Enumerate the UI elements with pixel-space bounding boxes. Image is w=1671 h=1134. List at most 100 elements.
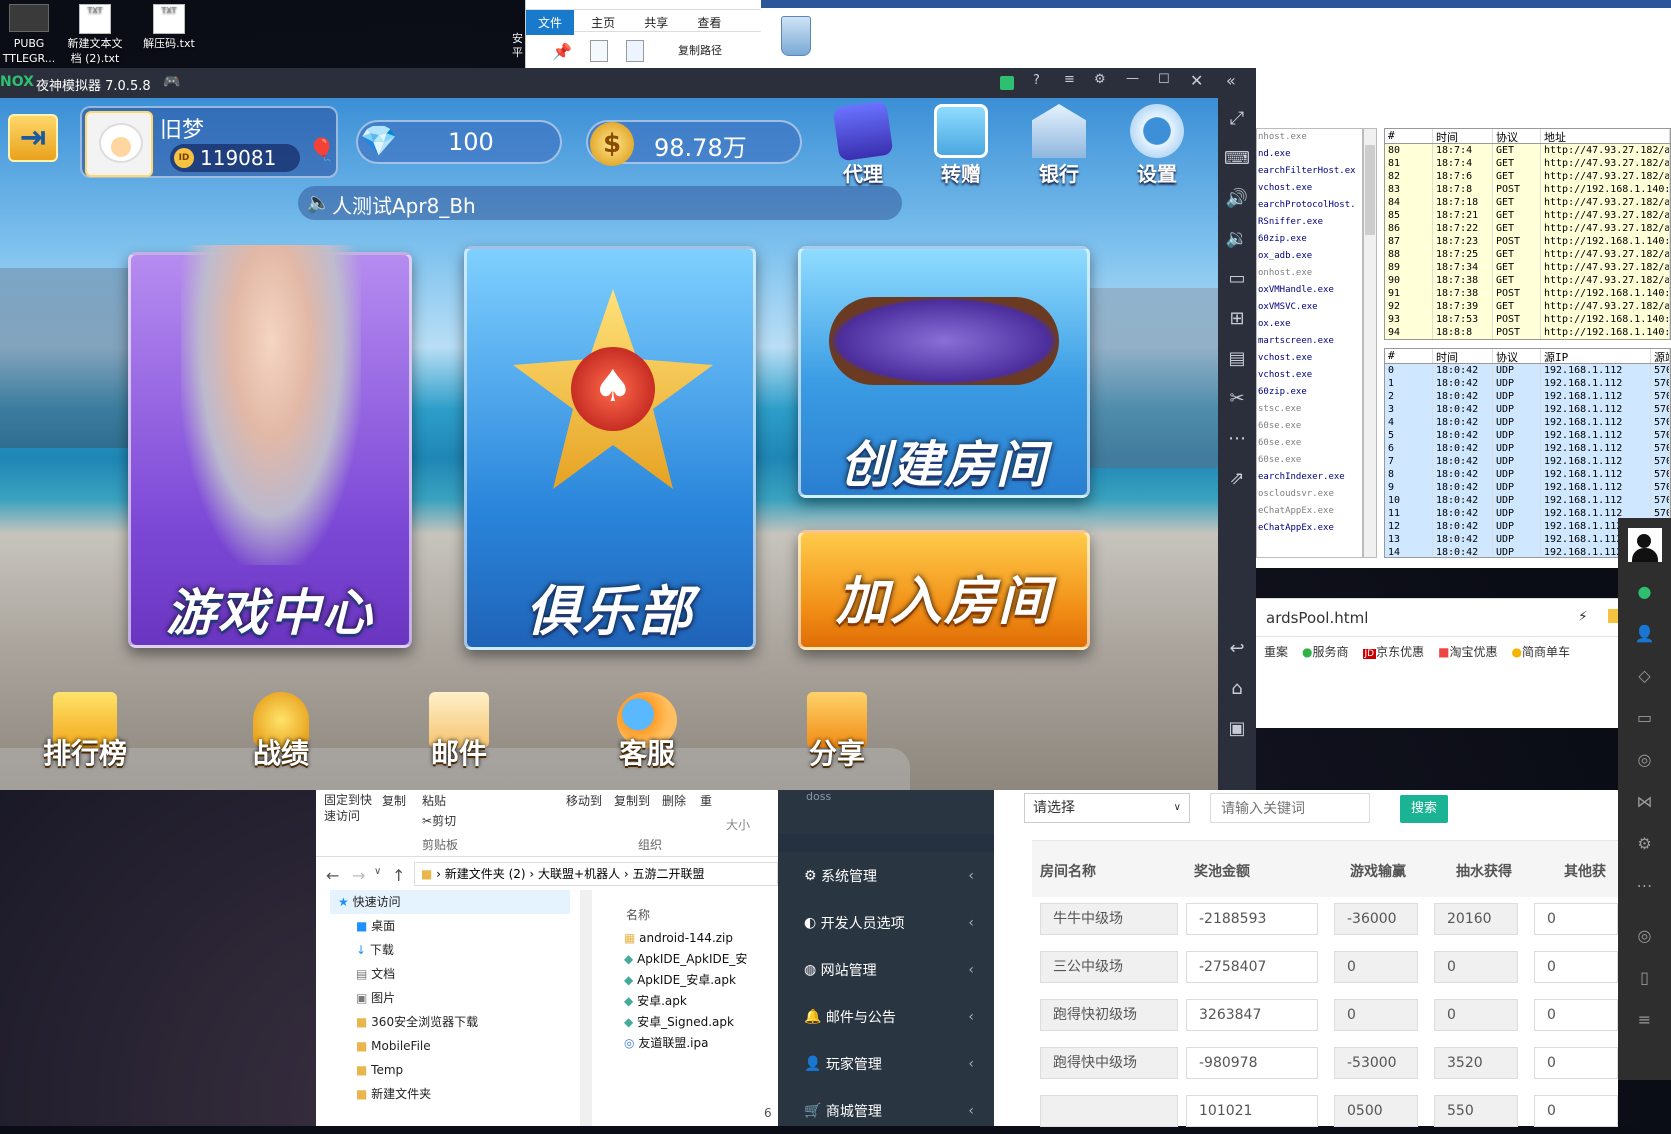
room-value-field[interactable]: 0 (1334, 999, 1418, 1031)
process-item[interactable]: ox_adb.exe (1257, 248, 1362, 265)
phone-icon[interactable]: ▯ (1618, 956, 1671, 998)
agent-button[interactable]: 代理 (828, 100, 898, 187)
bookmark-item[interactable]: ■淘宝优惠 (1438, 643, 1497, 660)
customer-service-button[interactable]: 客服 (592, 692, 702, 772)
column-header[interactable]: # (1385, 129, 1433, 143)
process-item[interactable]: 60zip.exe (1257, 384, 1362, 401)
process-item[interactable]: 60se.exe (1257, 418, 1362, 435)
copy-to-button[interactable]: 复制到 (614, 792, 650, 809)
room-value-field[interactable]: 3520 (1434, 1047, 1518, 1079)
table-row[interactable]: 218:0:42UDP192.168.1.112570 (1385, 390, 1670, 403)
column-header[interactable]: 时间 (1433, 129, 1493, 143)
fullscreen-icon[interactable]: ⤢ (1218, 98, 1256, 138)
room-value-field[interactable]: 0 (1534, 999, 1618, 1031)
process-item[interactable]: nd.exe (1257, 146, 1362, 163)
process-item[interactable]: 60se.exe (1257, 435, 1362, 452)
nav-item-folder[interactable]: ■ MobileFile (330, 1034, 570, 1058)
table-row[interactable]: 1018:0:42UDP192.168.1.112570 (1385, 494, 1670, 507)
room-value-field[interactable]: 3263847 (1186, 999, 1318, 1031)
nav-item-desktop[interactable]: ■ 桌面 (330, 914, 570, 938)
process-item[interactable]: 60se.exe (1257, 452, 1362, 469)
room-value-field[interactable]: 0500 (1334, 1095, 1418, 1127)
file-item[interactable]: ▦ android-144.zip (624, 928, 770, 949)
forward-arrow-icon[interactable]: → (352, 866, 365, 885)
bank-button[interactable]: 银行 (1024, 104, 1094, 187)
process-item[interactable]: ox.exe (1257, 316, 1362, 333)
volume-up-icon[interactable]: 🔊 (1218, 178, 1256, 218)
room-select[interactable]: 请选择 ∨ (1024, 793, 1190, 823)
bookmark-item[interactable]: JD 京东优惠 (1362, 643, 1424, 660)
table-row[interactable]: 84 18:7:18 GET http://47.93.27.182/a (1385, 196, 1670, 209)
process-item[interactable]: oxVMSVC.exe (1257, 299, 1362, 316)
process-item[interactable]: earchFilterHost.ex (1257, 163, 1362, 180)
column-header[interactable]: 其他获 (1564, 861, 1606, 881)
room-name-field[interactable]: 牛牛中级场 (1040, 903, 1178, 935)
table-row[interactable]: 918:0:42UDP192.168.1.112570 (1385, 481, 1670, 494)
menu-developer[interactable]: ◐ 开发人员选项 ‹ (778, 899, 994, 946)
column-header[interactable]: 房间名称 (1040, 861, 1096, 881)
scissors-icon[interactable]: ✂ (1218, 378, 1256, 418)
chevron-down-icon[interactable]: ∨ (374, 866, 381, 877)
process-item[interactable]: earchProtocolHost. (1257, 197, 1362, 214)
table-row[interactable]: 618:0:42UDP192.168.1.112570 (1385, 442, 1670, 455)
desktop-icon-txt-file[interactable]: TXT 新建文本文 档 (2).txt (56, 4, 134, 66)
room-value-field[interactable]: 550 (1434, 1095, 1518, 1127)
settings-gear-icon[interactable]: ⚙ (1618, 822, 1671, 864)
create-room-panel[interactable]: 创建房间 (798, 246, 1090, 498)
process-item[interactable]: vchost.exe (1257, 180, 1362, 197)
browser-tab-title[interactable]: ardsPool.html (1266, 609, 1368, 627)
contacts-icon[interactable]: 👤 (1618, 612, 1671, 654)
nav-item-folder[interactable]: ■ 360安全浏览器下载 (330, 1010, 570, 1034)
move-to-button[interactable]: 移动到 (566, 792, 602, 809)
process-item[interactable]: onhost.exe (1257, 265, 1362, 282)
search-button[interactable]: 搜索 (1400, 795, 1448, 823)
share-button[interactable]: 分享 (782, 692, 892, 772)
table-row[interactable]: 518:0:42UDP192.168.1.112570 (1385, 429, 1670, 442)
keyboard-icon[interactable]: ⌨ (1218, 138, 1256, 178)
delete-button[interactable]: 删除 (662, 792, 686, 809)
nav-item-downloads[interactable]: ↓ 下载 (330, 938, 570, 962)
close-icon[interactable]: ✕ (1190, 71, 1203, 90)
cube-icon[interactable]: ◇ (1618, 654, 1671, 696)
menu-players[interactable]: 👤 玩家管理 ‹ (778, 1040, 994, 1087)
process-item[interactable]: stsc.exe (1257, 401, 1362, 418)
room-value-field[interactable]: -36000 (1334, 903, 1418, 935)
keyword-input[interactable] (1210, 793, 1370, 823)
table-row[interactable]: 83 18:7:8 POST http://192.168.1.140:5 (1385, 183, 1670, 196)
avatar[interactable] (1627, 528, 1662, 562)
breadcrumb[interactable]: ■ › 新建文件夹 (2) › 大联盟+机器人 › 五游二开联盟 (414, 862, 778, 886)
nav-item-documents[interactable]: ▤ 文档 (330, 962, 570, 986)
mini-program-icon[interactable]: ◎ (1618, 914, 1671, 956)
settings-button[interactable]: 设置 (1122, 104, 1192, 187)
recycle-bin-icon[interactable] (781, 16, 811, 56)
room-value-field[interactable]: 20160 (1434, 903, 1518, 935)
club-panel[interactable]: ♠ 俱乐部 (464, 246, 756, 650)
room-name-field[interactable]: 跑得快初级场 (1040, 999, 1178, 1031)
column-header[interactable]: 地址 (1541, 129, 1670, 143)
room-value-field[interactable]: -2188593 (1186, 903, 1318, 935)
process-item[interactable]: oxVMHandle.exe (1257, 282, 1362, 299)
table-row[interactable]: 94 18:8:8 POST http://192.168.1.140:5 (1385, 326, 1670, 339)
more-icon[interactable]: ⋯ (1218, 418, 1256, 458)
process-item[interactable]: eChatAppEx.exe (1257, 503, 1362, 520)
recent-apps-icon[interactable]: ▣ (1218, 708, 1256, 748)
mail-button[interactable]: 邮件 (404, 692, 514, 772)
nav-scrollbar[interactable] (580, 890, 592, 1126)
nav-item-folder[interactable]: ■ Temp (330, 1058, 570, 1082)
more-icon[interactable]: ⋯ (1618, 864, 1671, 906)
table-row[interactable]: 87 18:7:23 POST http://192.168.1.140:5 (1385, 235, 1670, 248)
column-header[interactable]: 协议 (1493, 349, 1541, 363)
process-list[interactable]: nhost.exe nd.exe earchFilterHost.ex vchost.… (1256, 128, 1363, 558)
table-row[interactable]: 88 18:7:25 GET http://47.93.27.182/a (1385, 248, 1670, 261)
share-icon[interactable]: ⇗ (1218, 458, 1256, 498)
butterfly-icon[interactable]: ⋈ (1618, 780, 1671, 822)
table-row[interactable]: 718:0:42UDP192.168.1.112570 (1385, 455, 1670, 468)
join-room-panel[interactable]: 加入房间 (798, 530, 1090, 650)
table-row[interactable]: 82 18:7:6 GET http://47.93.27.182/a (1385, 170, 1670, 183)
column-header[interactable]: 游戏输赢 (1350, 861, 1406, 881)
bookmark-item[interactable]: 重案 (1264, 643, 1288, 660)
admin-user-label[interactable]: doss (806, 790, 831, 803)
room-value-field[interactable]: -980978 (1186, 1047, 1318, 1079)
game-center-panel[interactable]: 游戏中心 (128, 245, 412, 648)
room-value-field[interactable]: 0 (1534, 951, 1618, 983)
